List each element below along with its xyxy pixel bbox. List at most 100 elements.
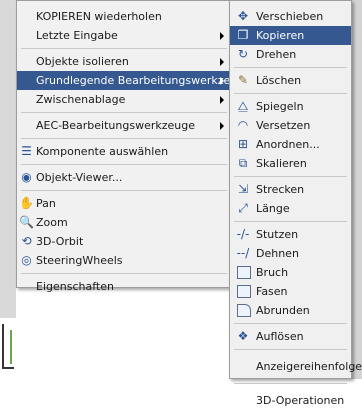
submenu-item-trim[interactable]: -/- Stutzen xyxy=(230,225,351,244)
drawing-line-green xyxy=(10,330,12,364)
submenu-item-label: Strecken xyxy=(256,183,305,196)
select-component-icon: ☰ xyxy=(21,144,32,158)
menu-item-object-viewer[interactable]: ◉ Objekt-Viewer... xyxy=(17,168,231,187)
menu-item-3d-orbit[interactable]: ⟲ 3D-Orbit xyxy=(17,232,231,251)
submenu-item-copy[interactable]: ❐ Kopieren xyxy=(230,26,351,45)
menu-item-label: Pan xyxy=(36,197,56,210)
mirror-icon: ⧋ xyxy=(237,99,249,113)
menu-separator xyxy=(234,93,347,94)
submenu-item-explode[interactable]: ❖ Auflösen xyxy=(230,327,351,346)
context-menu: KOPIEREN wiederholen Letzte Eingabe Obje… xyxy=(16,0,251,293)
menu-item-label: Objekt-Viewer... xyxy=(36,171,123,184)
menu-item-pan[interactable]: ✋ Pan xyxy=(17,194,231,213)
submenu-item-rotate[interactable]: ↻ Drehen xyxy=(230,45,351,64)
menu-separator xyxy=(234,349,347,350)
menu-separator xyxy=(234,67,347,68)
submenu-item-label: Kopieren xyxy=(256,29,305,42)
submenu-arrow-icon xyxy=(220,96,224,104)
pan-icon: ✋ xyxy=(19,196,34,210)
menu-item-recent-input[interactable]: Letzte Eingabe xyxy=(17,26,231,45)
submenu-item-lengthen[interactable]: ⤢ Länge xyxy=(230,199,351,218)
submenu-item-label: Länge xyxy=(256,202,290,215)
submenu-item-array[interactable]: ⊞ Anordnen... xyxy=(230,135,351,154)
steeringwheel-icon: ◎ xyxy=(21,253,32,267)
drawing-line xyxy=(2,324,4,369)
submenu-item-label: Verschieben xyxy=(256,10,324,23)
menu-separator xyxy=(21,164,227,165)
submenu-item-label: Drehen xyxy=(256,48,297,61)
scale-icon: ⧉ xyxy=(238,156,248,170)
submenu-item-label: Bruch xyxy=(256,266,289,279)
submenu-arrow-icon xyxy=(220,77,224,85)
menu-item-label: Grundlegende Bearbeitungswerkzeuge xyxy=(36,74,252,87)
submenu-basic-modify-tools: ✥ Verschieben ❐ Kopieren ↻ Drehen ✎ Löschen … xyxy=(229,0,362,407)
submenu-item-label: Stutzen xyxy=(256,228,299,241)
zoom-icon: 🔍 xyxy=(19,215,34,229)
drawing-area-right xyxy=(352,0,362,379)
menu-item-label: KOPIEREN wiederholen xyxy=(36,10,162,23)
submenu-item-mirror[interactable]: ⧋ Spiegeln xyxy=(230,97,351,116)
menu-separator xyxy=(21,273,227,274)
menu-separator xyxy=(21,190,227,191)
menu-item-label: AEC-Bearbeitungswerkzeuge xyxy=(36,119,196,132)
submenu-arrow-icon xyxy=(220,122,224,130)
lengthen-icon: ⤢ xyxy=(238,201,248,215)
submenu-item-label: Abrunden xyxy=(256,304,310,317)
submenu-item-fillet[interactable]: Abrunden xyxy=(230,301,351,320)
submenu-item-stretch[interactable]: ⇲ Strecken xyxy=(230,180,351,199)
menu-separator xyxy=(234,221,347,222)
submenu-item-3d-operations[interactable]: 3D-Operationen xyxy=(230,387,351,414)
menu-item-zoom[interactable]: 🔍 Zoom xyxy=(17,213,231,232)
menu-separator xyxy=(234,383,347,384)
submenu-item-label: Fasen xyxy=(256,285,288,298)
submenu-item-label: Anzeigereihenfolge xyxy=(256,360,362,373)
rotate-icon: ↻ xyxy=(237,47,249,61)
menu-item-label: Komponente auswählen xyxy=(36,145,169,158)
explode-icon: ❖ xyxy=(237,329,249,343)
submenu-item-label: Anordnen... xyxy=(256,138,320,151)
extend-icon: --/ xyxy=(236,246,250,260)
menu-item-repeat-copy[interactable]: KOPIEREN wiederholen xyxy=(17,7,231,26)
submenu-item-label: Spiegeln xyxy=(256,100,304,113)
submenu-item-draw-order[interactable]: Anzeigereihenfolge xyxy=(230,353,362,380)
submenu-item-offset[interactable]: ◠ Versetzen xyxy=(230,116,351,135)
orbit-icon: ⟲ xyxy=(21,234,32,248)
submenu-item-label: Auflösen xyxy=(256,330,304,343)
submenu-item-label: Löschen xyxy=(256,74,302,87)
menu-item-isolate-objects[interactable]: Objekte isolieren xyxy=(17,52,231,71)
submenu-item-label: Versetzen xyxy=(256,119,311,132)
submenu-item-label: Skalieren xyxy=(256,157,307,170)
menu-separator xyxy=(21,48,227,49)
submenu-item-label: 3D-Operationen xyxy=(256,394,345,407)
drawing-line xyxy=(2,367,14,369)
submenu-item-label: Dehnen xyxy=(256,247,299,260)
erase-icon: ✎ xyxy=(237,73,249,87)
chamfer-icon xyxy=(237,285,251,298)
submenu-item-erase[interactable]: ✎ Löschen xyxy=(230,71,351,90)
fillet-icon xyxy=(237,304,251,317)
menu-item-label: SteeringWheels xyxy=(36,254,123,267)
menu-item-aec-modify-tools[interactable]: AEC-Bearbeitungswerkzeuge xyxy=(17,116,231,135)
submenu-item-break[interactable]: Bruch xyxy=(230,263,351,282)
submenu-item-scale[interactable]: ⧉ Skalieren xyxy=(230,154,351,173)
menu-separator xyxy=(21,138,227,139)
menu-item-clipboard[interactable]: Zwischenablage xyxy=(17,90,231,109)
submenu-item-extend[interactable]: --/ Dehnen xyxy=(230,244,351,263)
menu-item-basic-modify-tools[interactable]: Grundlegende Bearbeitungswerkzeuge xyxy=(17,71,251,90)
menu-separator xyxy=(234,176,347,177)
menu-item-label: 3D-Orbit xyxy=(36,235,84,248)
menu-item-label: Objekte isolieren xyxy=(36,55,129,68)
menu-item-steeringwheels[interactable]: ◎ SteeringWheels xyxy=(17,251,231,270)
offset-icon: ◠ xyxy=(237,118,249,132)
break-icon xyxy=(237,266,251,279)
submenu-item-move[interactable]: ✥ Verschieben xyxy=(230,7,351,26)
menu-item-label: Zoom xyxy=(36,216,68,229)
object-viewer-icon: ◉ xyxy=(21,170,32,184)
submenu-arrow-icon xyxy=(220,58,224,66)
menu-item-properties[interactable]: Eigenschaften xyxy=(17,277,231,296)
trim-icon: -/- xyxy=(236,227,250,241)
move-icon: ✥ xyxy=(237,9,249,23)
menu-item-select-component[interactable]: ☰ Komponente auswählen xyxy=(17,142,231,161)
submenu-item-chamfer[interactable]: Fasen xyxy=(230,282,351,301)
menu-separator xyxy=(234,323,347,324)
